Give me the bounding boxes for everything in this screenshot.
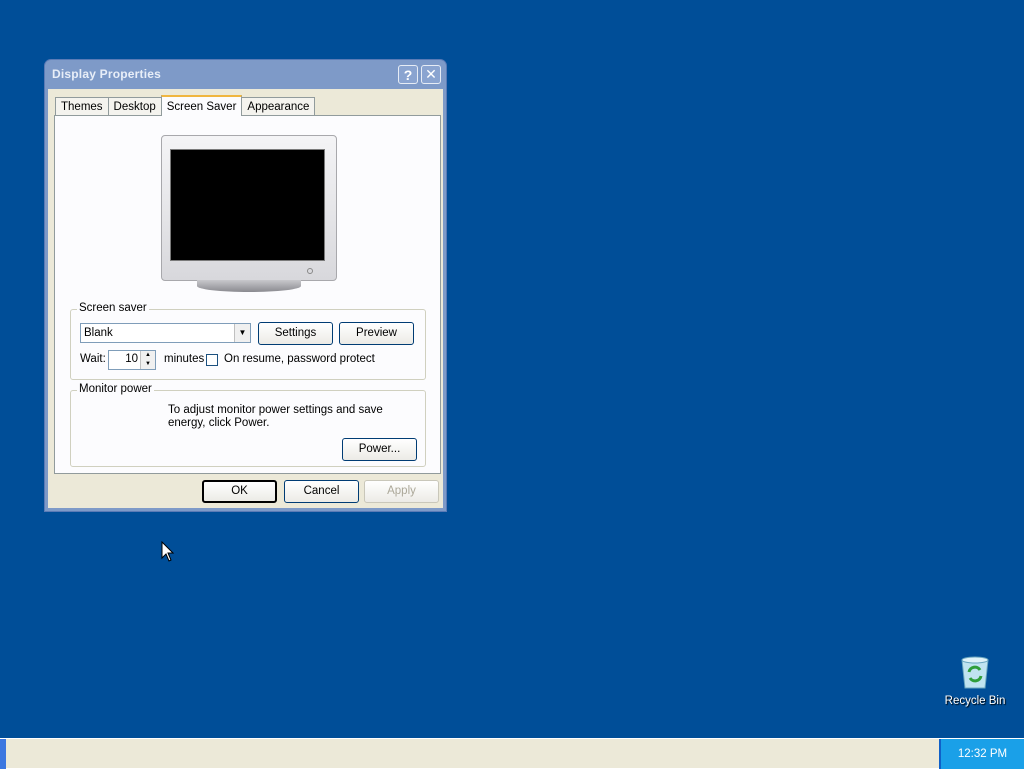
taskbar: 12:32 PM <box>0 738 1024 769</box>
display-properties-window: Display Properties ? ✕ Themes Desktop Sc… <box>44 59 447 512</box>
monitor-screen <box>170 149 325 261</box>
ok-button[interactable]: OK <box>202 480 277 503</box>
system-tray: 12:32 PM <box>939 739 1024 769</box>
screen-saver-group-label: Screen saver <box>77 302 149 314</box>
recycle-bin-label: Recycle Bin <box>944 695 1006 707</box>
power-button[interactable]: Power... <box>342 438 417 461</box>
wait-minutes-value[interactable]: 10 <box>125 353 138 365</box>
recycle-bin[interactable]: Recycle Bin <box>938 654 1012 707</box>
monitor-power-group: Monitor power To adjust monitor power se… <box>70 383 426 467</box>
monitor-power-group-label: Monitor power <box>77 383 154 395</box>
window-title: Display Properties <box>52 67 161 81</box>
apply-button: Apply <box>364 480 439 503</box>
monitor-preview <box>161 135 337 292</box>
monitor-stand <box>197 280 301 292</box>
screen-saver-selected-value: Blank <box>84 327 113 339</box>
mouse-cursor-icon <box>161 541 175 562</box>
screen-saver-group: Screen saver Blank ▼ Settings Preview Wa… <box>70 302 426 380</box>
title-bar[interactable]: Display Properties ? ✕ <box>48 60 443 88</box>
password-protect-checkbox[interactable] <box>206 354 218 366</box>
spin-arrows-icon[interactable]: ▲ ▼ <box>140 351 155 369</box>
password-protect-label[interactable]: On resume, password protect <box>224 353 375 365</box>
help-button[interactable]: ? <box>398 65 418 84</box>
cancel-button[interactable]: Cancel <box>284 480 359 503</box>
wait-label: Wait: <box>80 353 106 365</box>
tab-strip: Themes Desktop Screen Saver Appearance <box>55 95 316 116</box>
wait-minutes-stepper[interactable]: 10 ▲ ▼ <box>108 350 156 370</box>
taskbar-left-edge <box>0 739 6 769</box>
recycle-bin-icon <box>961 656 989 689</box>
preview-button[interactable]: Preview <box>339 322 414 345</box>
settings-button[interactable]: Settings <box>258 322 333 345</box>
chevron-down-icon[interactable]: ▼ <box>234 324 250 342</box>
minutes-label: minutes <box>164 353 205 365</box>
power-description: To adjust monitor power settings and sav… <box>168 404 383 429</box>
screen-saver-panel: Screen saver Blank ▼ Settings Preview Wa… <box>54 115 441 474</box>
dialog-client-area: Themes Desktop Screen Saver Appearance S… <box>48 89 443 508</box>
tab-screen-saver[interactable]: Screen Saver <box>160 95 243 116</box>
tab-appearance[interactable]: Appearance <box>241 97 316 116</box>
clock[interactable]: 12:32 PM <box>958 748 1007 760</box>
monitor-power-led <box>307 268 313 274</box>
tab-themes[interactable]: Themes <box>55 97 109 116</box>
close-button[interactable]: ✕ <box>421 65 441 84</box>
tab-desktop[interactable]: Desktop <box>107 97 162 116</box>
screen-saver-select[interactable]: Blank ▼ <box>80 323 251 343</box>
